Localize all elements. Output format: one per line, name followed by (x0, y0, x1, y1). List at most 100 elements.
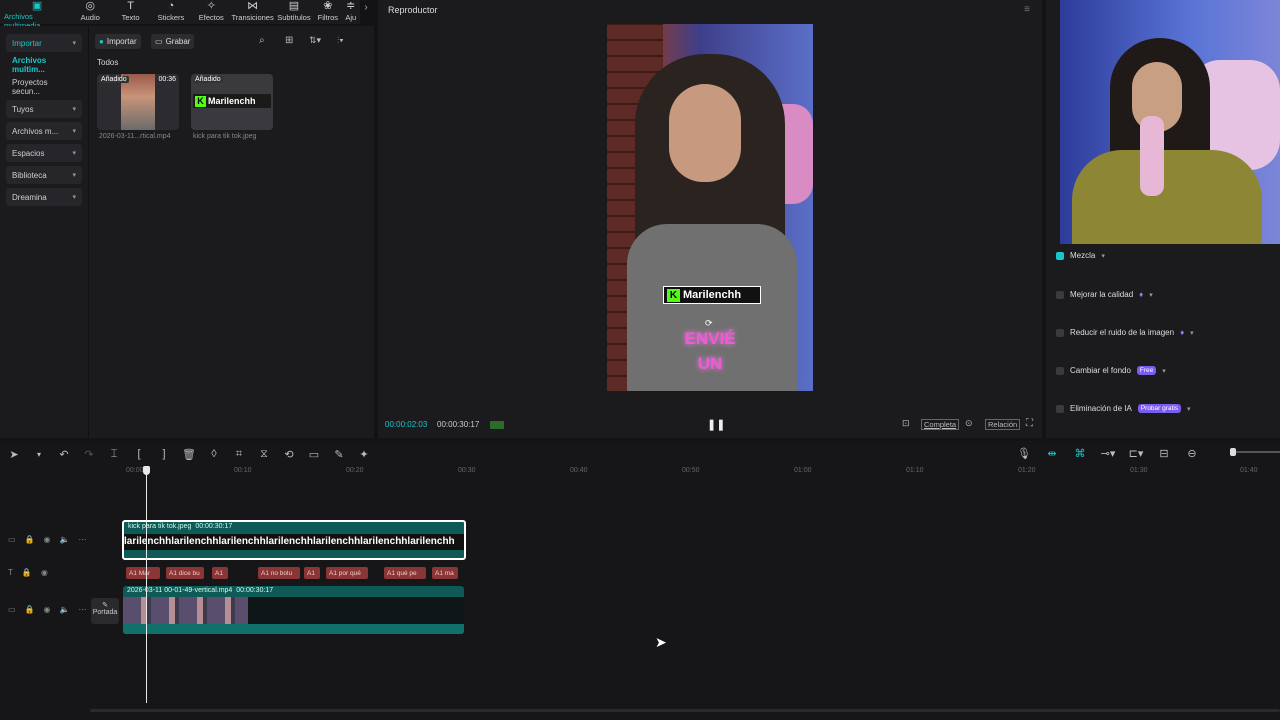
playhead[interactable] (146, 467, 147, 703)
video-clip[interactable]: 2026-03-11 00-01-49-vertical.mp4 00:00:3… (123, 586, 464, 634)
zoom-out-icon[interactable]: ⊖ (1184, 447, 1200, 460)
caption-clip[interactable]: A1 no bolu (258, 567, 300, 579)
sidebar-item-files[interactable]: Archivos m... ▾ (6, 122, 82, 140)
media-thumb-image[interactable]: Añadido K Marilenchh (191, 74, 273, 130)
playhead-handle[interactable] (143, 466, 150, 475)
option-enhance-quality[interactable]: Mejorar la calidad ♦ ▾ (1056, 290, 1153, 299)
chain-icon[interactable]: ⊸▾ (1100, 447, 1116, 460)
tab-audio[interactable]: ◎ Audio (70, 0, 110, 24)
more-icon[interactable]: ⋯ (78, 535, 86, 544)
filter-icon[interactable]: ⫶▾ (337, 35, 344, 46)
checkbox-icon[interactable] (1056, 404, 1064, 413)
chevron-down-icon: ▾ (72, 172, 76, 179)
sort-icon[interactable]: ⇅▾ (309, 35, 321, 46)
mirror-icon[interactable]: ⧖ (256, 448, 272, 461)
pause-icon[interactable]: ❚❚ (707, 418, 725, 431)
caption-clip[interactable]: A1 (212, 567, 228, 579)
sticker-clip[interactable]: kick para tik tok.jpeg 00:00:30:17 laril… (122, 520, 466, 560)
sidebar-item-dreamina[interactable]: Dreamina ▾ (6, 188, 82, 206)
more-icon[interactable]: ⋯ (78, 605, 86, 614)
ruler-tick: 01:20 (1018, 467, 1036, 474)
media-thumb-video[interactable]: Añadido 00:36 (97, 74, 179, 130)
undo-icon[interactable]: ↶ (56, 448, 72, 461)
option-change-background[interactable]: Cambiar el fondo Free ▾ (1056, 366, 1166, 375)
magic-wand-icon[interactable]: ✎ (331, 448, 347, 461)
caption-clip[interactable]: A1 dice bu (166, 567, 204, 579)
sidebar-item-yours[interactable]: Tuyos ▾ (6, 100, 82, 118)
full-quality-button[interactable]: Completa (921, 419, 960, 430)
caption-clip[interactable]: A1 (304, 567, 320, 579)
focus-icon[interactable]: ⊙ (965, 418, 973, 429)
crop-icon[interactable]: ⊡ (902, 418, 910, 429)
delete-icon[interactable]: 🗑 (181, 448, 197, 461)
microphone-icon[interactable]: 🎙 (1016, 447, 1032, 460)
select-cursor-icon[interactable]: ➤ (6, 448, 22, 461)
toolbar-more-chevron-icon[interactable]: › (360, 2, 372, 18)
lock-icon[interactable]: 🔒 (22, 568, 32, 577)
menu-icon[interactable]: ≡ (1024, 4, 1030, 15)
preview-axis-icon[interactable]: ⊏▾ (1128, 447, 1144, 460)
marker-icon[interactable]: ◊ (206, 448, 222, 460)
import-button[interactable]: ● Importar (95, 34, 141, 49)
option-ai-removal[interactable]: Eliminación de IA Probar gratis ▾ (1056, 404, 1191, 413)
captions-icon[interactable]: ▭ (306, 448, 322, 461)
lock-icon[interactable]: 🔒 (25, 605, 35, 614)
cover-button[interactable]: ✎ Portada (91, 598, 119, 624)
tab-transitions[interactable]: ⋈ Transiciones (231, 0, 273, 24)
trim-left-icon[interactable]: [ (131, 448, 147, 460)
tab-media[interactable]: ▣Archivos multimedia (4, 0, 70, 30)
sidebar-item-projects[interactable]: Proyectos secun... (6, 78, 82, 96)
fit-icon[interactable]: ⊟ (1156, 447, 1172, 460)
tab-filters[interactable]: ❀ Filtros (314, 0, 342, 24)
caption-line-2: UN (697, 354, 723, 373)
caption-clip[interactable]: A1 por qué (326, 567, 368, 579)
aspect-ratio-button[interactable]: Relación (985, 419, 1021, 430)
tab-adjust[interactable]: ≑ Aju (342, 0, 360, 24)
video-preview[interactable]: K Marilenchh ⟳ ENVIÉ UN (607, 24, 813, 391)
split-icon[interactable]: ⌶ (106, 448, 122, 461)
checkbox-icon[interactable] (1056, 290, 1064, 299)
fullscreen-icon[interactable]: ⛶ (1026, 418, 1033, 429)
eye-icon[interactable]: ◉ (44, 535, 51, 544)
speaker-icon[interactable]: 🔈 (60, 535, 70, 544)
sidebar-item-media[interactable]: Archivos multim... (6, 56, 82, 74)
trim-right-icon[interactable]: ] (156, 448, 172, 460)
rotate-handle-icon[interactable]: ⟳ (705, 318, 713, 329)
redo-icon[interactable]: ↷ (81, 448, 97, 461)
sidebar-item-spaces[interactable]: Espacios ▾ (6, 144, 82, 162)
sidebar-item-import[interactable]: Importar ▾ (6, 34, 82, 52)
chevron-down-icon[interactable]: ▾ (31, 450, 47, 459)
ai-icon[interactable]: ✦ (356, 448, 372, 461)
zoom-slider-handle[interactable] (1230, 448, 1236, 456)
time-ruler[interactable]: 00:00 00:10 00:20 00:30 00:40 00:50 01:0… (90, 467, 1280, 481)
timeline-scrollbar[interactable] (90, 709, 1280, 712)
tab-effects[interactable]: ✧ Efectos (191, 0, 231, 24)
sidebar-item-library[interactable]: Biblioteca ▾ (6, 166, 82, 184)
option-blend[interactable]: Mezcla ▾ (1056, 251, 1105, 260)
tab-text[interactable]: T Texto (110, 0, 150, 24)
grid-view-icon[interactable]: ⊞ (285, 35, 293, 46)
crop-icon[interactable]: ⌗ (231, 448, 247, 461)
ruler-tick: 00:00 (126, 467, 144, 474)
tab-subtitles[interactable]: ▤ Subtítulos (274, 0, 314, 24)
sticker-overlay[interactable]: K Marilenchh (663, 286, 761, 304)
eye-icon[interactable]: ◉ (41, 568, 48, 577)
link-icon[interactable]: ⇹ (1044, 447, 1060, 460)
eye-icon[interactable]: ◉ (44, 605, 51, 614)
lock-icon[interactable]: 🔒 (25, 535, 35, 544)
caption-clip[interactable]: A1 Mar (126, 567, 160, 579)
record-button[interactable]: ▭ Grabar (151, 34, 195, 49)
zoom-slider[interactable] (1232, 451, 1280, 453)
magnet-icon[interactable]: ⌘ (1072, 447, 1088, 460)
rotate-icon[interactable]: ⟲ (281, 448, 297, 461)
caption-clip[interactable]: A1 qué pe (384, 567, 426, 579)
option-reduce-noise[interactable]: Reducir el ruido de la imagen ♦ ▾ (1056, 328, 1194, 337)
tab-stickers[interactable]: ◔ Stickers (151, 0, 191, 24)
checkbox-icon[interactable] (1056, 328, 1064, 337)
chevron-down-icon: ▾ (1149, 291, 1153, 299)
checkbox-icon[interactable] (1056, 366, 1064, 375)
speaker-icon[interactable]: 🔈 (60, 605, 70, 614)
checkbox-checked-icon[interactable] (1056, 251, 1064, 260)
caption-clip[interactable]: A1 ma (432, 567, 458, 579)
search-icon[interactable]: ⌕ (259, 35, 265, 46)
